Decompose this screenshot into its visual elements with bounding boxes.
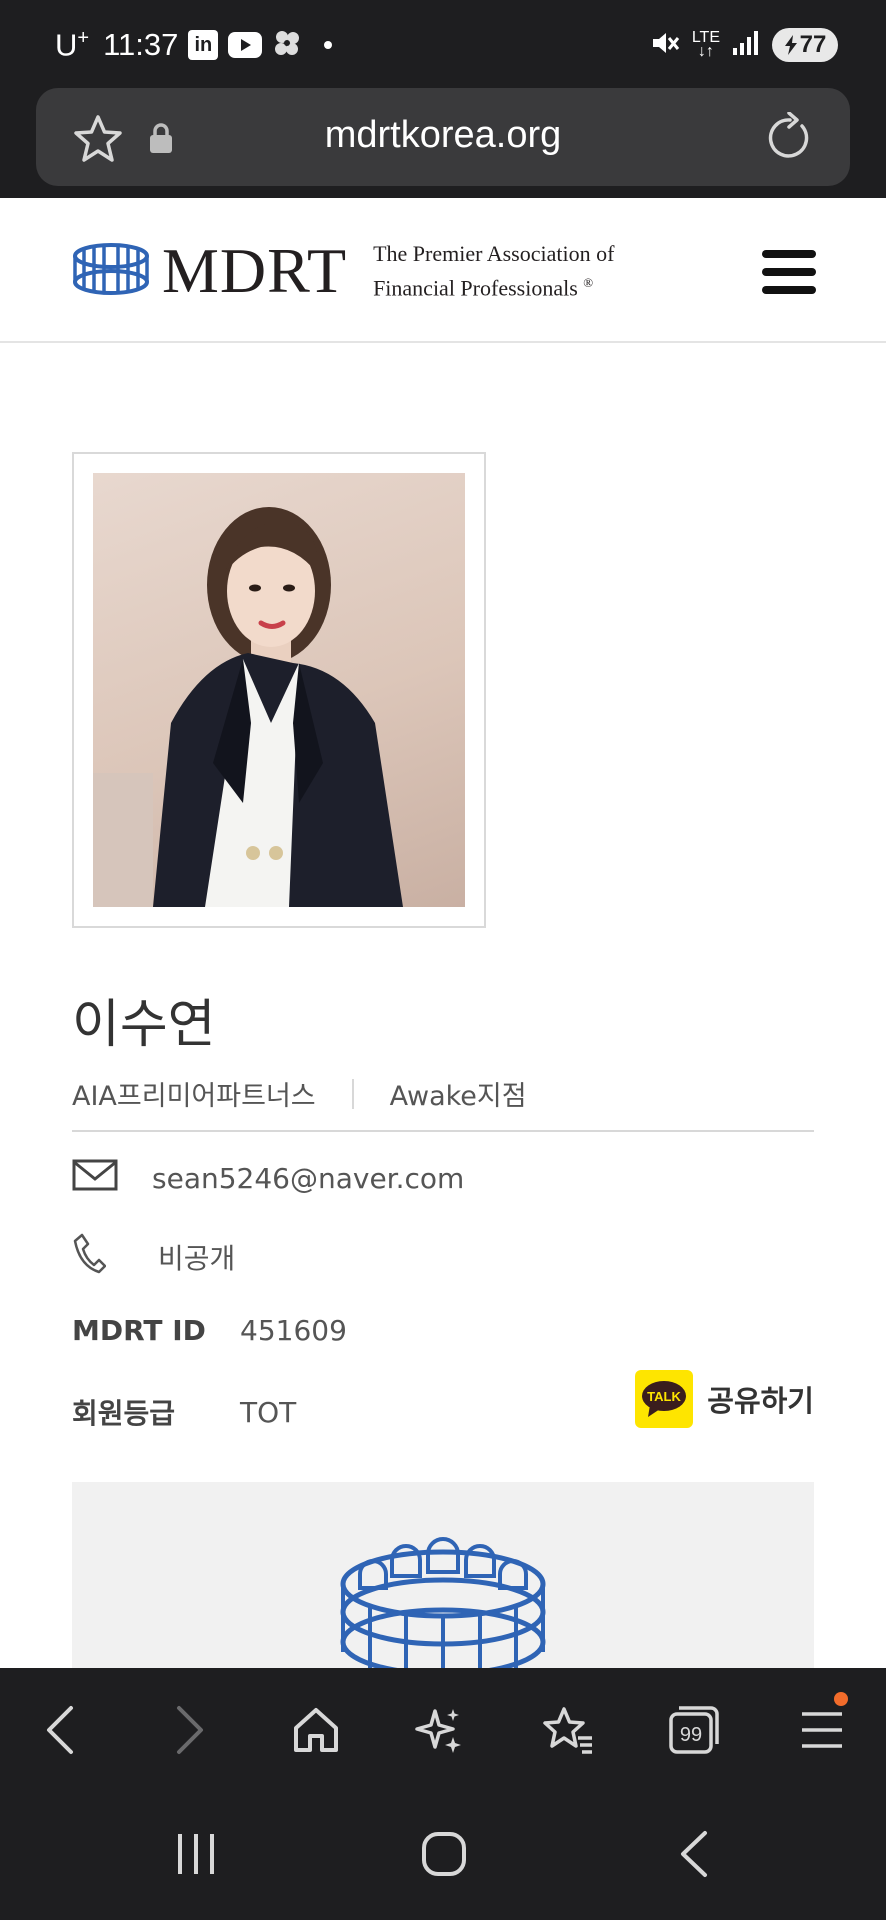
browser-toolbar: 99 <box>0 1668 886 1792</box>
mute-icon <box>650 28 680 62</box>
menu-notification-dot <box>834 1692 848 1706</box>
home-icon[interactable] <box>284 1698 348 1762</box>
home-nav-icon[interactable] <box>404 1814 484 1894</box>
logo-wordmark: MDRT <box>162 235 348 306</box>
mdrt-emblem-icon <box>70 238 152 304</box>
affiliation-separator <box>351 1078 354 1109</box>
url-bar[interactable]: mdrtkorea.org <box>36 88 850 186</box>
tabs-icon[interactable]: 99 <box>662 1698 726 1762</box>
member-grade-value: TOT <box>240 1395 297 1429</box>
mdrt-logo[interactable]: MDRT The Premier Association of Financia… <box>70 235 615 306</box>
status-bar: U+ 11:37 in LTE ↓↑ 77 <box>0 0 886 86</box>
mdrt-emblem-large-icon <box>340 1537 546 1672</box>
member-grade-label: 회원등급 <box>72 1397 176 1430</box>
svg-text:99: 99 <box>680 1724 702 1746</box>
carrier-label: U+ <box>55 26 90 63</box>
network-type: LTE ↓↑ <box>691 29 720 60</box>
status-time: 11:37 <box>103 27 179 62</box>
bookmarks-icon[interactable] <box>536 1698 600 1762</box>
kakao-share-button[interactable]: TALK 공유하기 <box>635 1370 814 1428</box>
site-header: MDRT The Premier Association of Financia… <box>0 198 886 343</box>
menu-icon[interactable] <box>790 1692 854 1762</box>
browser-top-bar: mdrtkorea.org <box>0 86 886 198</box>
menu-hamburger-icon[interactable] <box>762 250 816 294</box>
charging-icon <box>784 35 797 55</box>
linkedin-icon: in <box>188 30 219 60</box>
branch-name: Awake지점 <box>389 1081 527 1112</box>
svg-text:TALK: TALK <box>647 1389 681 1404</box>
url-text[interactable]: mdrtkorea.org <box>36 114 850 157</box>
email-value[interactable]: sean5246@naver.com <box>152 1162 464 1195</box>
mdrt-id-label: MDRT ID <box>72 1314 206 1347</box>
mdrt-id-value: 451609 <box>240 1314 347 1347</box>
system-nav-bar <box>0 1792 886 1920</box>
member-name: 이수연 <box>72 995 216 1055</box>
share-label: 공유하기 <box>707 1384 814 1418</box>
company-name: AIA프리미어파트너스 <box>72 1081 316 1112</box>
status-left: U+ 11:37 in <box>55 24 333 66</box>
mdrt-emblem-card <box>72 1482 814 1672</box>
forward-icon[interactable] <box>158 1698 222 1762</box>
member-affiliation: AIA프리미어파트너스 Awake지점 <box>72 1074 527 1113</box>
pinwheel-icon <box>272 28 302 62</box>
phone-icon <box>72 1232 107 1281</box>
back-nav-icon[interactable] <box>654 1814 734 1894</box>
status-right: LTE ↓↑ 77 <box>650 26 838 64</box>
sparkle-icon[interactable] <box>408 1698 472 1762</box>
mail-icon <box>72 1158 118 1199</box>
battery-indicator: 77 <box>772 28 838 62</box>
phone-value: 비공개 <box>158 1241 236 1275</box>
notification-dot-icon <box>324 41 333 49</box>
member-grade-row: 회원등급 TOT <box>72 1392 296 1432</box>
email-row: sean5246@naver.com <box>72 1158 464 1199</box>
profile-photo-frame <box>72 452 486 928</box>
phone-row: 비공개 <box>72 1232 235 1281</box>
signal-icon <box>732 30 760 60</box>
profile-photo <box>93 473 465 907</box>
reload-icon[interactable] <box>764 111 812 166</box>
logo-tagline: The Premier Association of Financial Pro… <box>373 241 615 301</box>
recent-apps-icon[interactable] <box>156 1814 236 1894</box>
back-icon[interactable] <box>28 1698 92 1762</box>
kakaotalk-icon: TALK <box>635 1370 694 1428</box>
profile-divider <box>72 1130 814 1132</box>
mdrt-id-row: MDRT ID 451609 <box>72 1314 347 1347</box>
youtube-icon <box>228 32 263 58</box>
